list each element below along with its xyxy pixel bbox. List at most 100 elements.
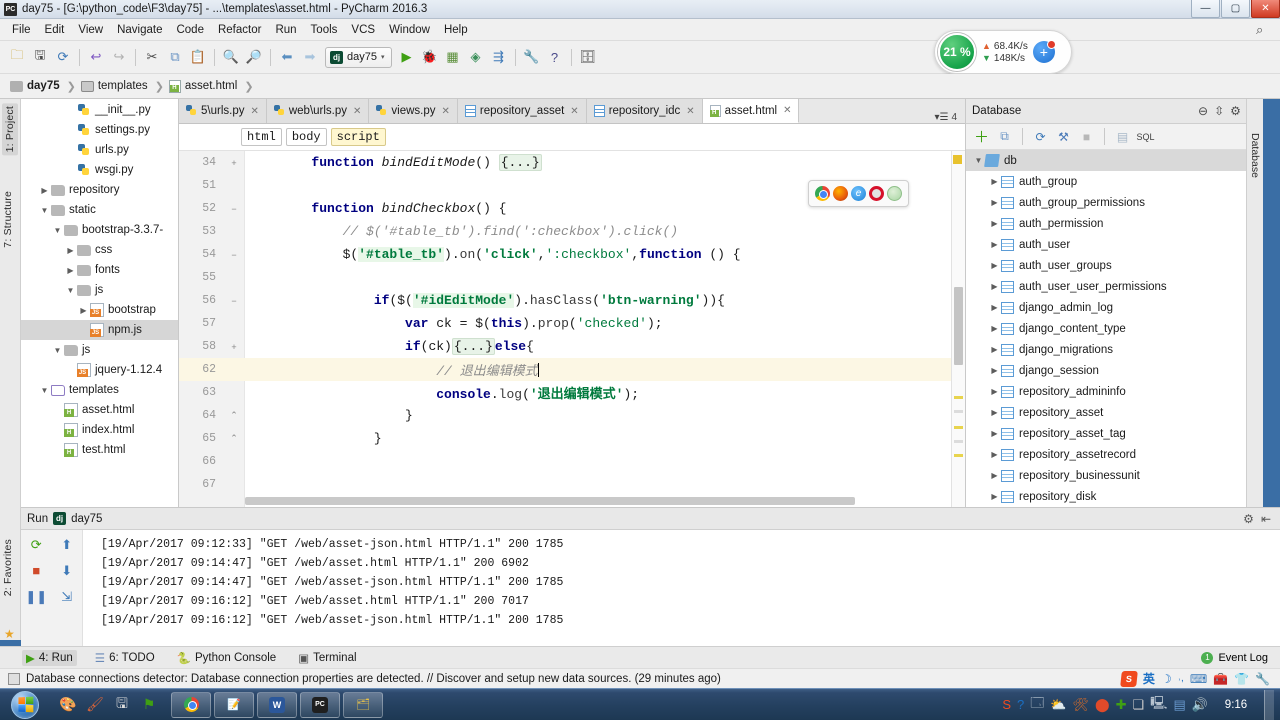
chevron-down-icon[interactable]: ▼ <box>38 206 51 215</box>
duplicate-icon[interactable]: ⧉ <box>995 127 1014 146</box>
notepad-icon[interactable]: 📝 <box>214 691 254 718</box>
app-icon[interactable]: ▤ <box>1174 697 1186 713</box>
monitor-icon[interactable]: 🖳 <box>1150 694 1167 716</box>
moon-icon[interactable]: ☽ <box>1161 672 1172 686</box>
chevron-down-icon[interactable]: ▼ <box>51 226 64 235</box>
bottom-tab-terminal[interactable]: ▣ Terminal <box>294 650 360 666</box>
save-all-icon[interactable]: 🖫 <box>29 46 51 68</box>
project-tree-item[interactable]: · jquery-1.12.4 <box>21 360 178 380</box>
settings-icon[interactable]: 🔧 <box>521 46 543 68</box>
editor-tab[interactable]: asset.html ✕ <box>702 99 800 123</box>
stop-icon[interactable]: ■ <box>28 562 45 579</box>
warning-marker-icon[interactable] <box>953 155 962 164</box>
breadcrumb-item-asset-html[interactable]: asset.html <box>168 79 239 93</box>
tools-icon[interactable]: 🛠 <box>1073 697 1090 713</box>
code-line[interactable]: 67 <box>179 473 965 496</box>
chevron-right-icon[interactable]: ▶ <box>988 408 1001 417</box>
chevron-right-icon[interactable]: ▶ <box>988 282 1001 291</box>
media-icon[interactable]: 🖌 <box>83 693 107 717</box>
open-folder-icon[interactable]: 🗀 <box>6 46 28 68</box>
skin-icon[interactable]: 👕 <box>1234 672 1249 686</box>
expand-all-icon[interactable]: ⇳ <box>1214 104 1224 118</box>
bottom-tab-run[interactable]: ▶ 4: Run <box>22 649 77 666</box>
replace-icon[interactable]: 🔎 <box>243 46 265 68</box>
explorer-icon[interactable]: 🗂 <box>343 691 383 718</box>
chevron-right-icon[interactable]: ▶ <box>988 471 1001 480</box>
structure-crumb[interactable]: script <box>330 128 386 146</box>
code-line[interactable]: 54− $('#table_tb').on('click',':checkbox… <box>179 243 965 266</box>
close-icon[interactable]: ✕ <box>353 106 361 117</box>
tab-overflow-indicator[interactable]: ▾☰ 4 <box>934 112 965 123</box>
project-tree-item[interactable]: ▼ js <box>21 280 178 300</box>
sql-console-icon[interactable]: SQL <box>1136 127 1155 146</box>
paste-icon[interactable]: 📋 <box>187 46 209 68</box>
minimize-button[interactable]: — <box>1191 0 1220 18</box>
code-fold-toggle-icon[interactable]: ⌃ <box>223 433 245 444</box>
maximize-button[interactable]: ▢ <box>1221 0 1250 18</box>
project-tree-item[interactable]: ▼ templates <box>21 380 178 400</box>
code-line[interactable]: 34 + function bindEditMode() {...} <box>179 151 965 174</box>
word-icon[interactable]: W <box>257 691 297 718</box>
chevron-right-icon[interactable]: ▶ <box>64 246 77 255</box>
menu-vcs[interactable]: VCS <box>344 22 382 38</box>
copy-icon[interactable]: ⧉ <box>164 46 186 68</box>
profile-icon[interactable]: ◈ <box>465 46 487 68</box>
run-icon[interactable]: ▶ <box>396 46 418 68</box>
database-table-row[interactable]: ▶ auth_group <box>966 171 1263 192</box>
database-table-row[interactable]: ▶ django_admin_log <box>966 297 1263 318</box>
sogou-icon[interactable]: S <box>1002 697 1011 712</box>
scroll-up-icon[interactable]: ⬆ <box>58 536 75 553</box>
firefox-icon[interactable] <box>833 186 848 201</box>
project-tree-item[interactable]: · npm.js <box>21 320 178 340</box>
cut-icon[interactable]: ✂ <box>141 46 163 68</box>
sync-schema-icon[interactable]: ⚒ <box>1054 127 1073 146</box>
help-icon[interactable]: ? <box>1017 697 1024 712</box>
database-table-row[interactable]: ▶ auth_user <box>966 234 1263 255</box>
code-line[interactable]: 58 + if(ck) {...} else{ <box>179 335 965 358</box>
stripe-marker[interactable] <box>954 426 963 429</box>
flag-icon[interactable]: ⚑ <box>137 693 161 717</box>
run-configuration-selector[interactable]: dj day75 ▾ <box>325 46 392 68</box>
close-icon[interactable]: ✕ <box>250 106 258 117</box>
database-table-row[interactable]: ▶ django_migrations <box>966 339 1263 360</box>
chevron-right-icon[interactable]: ▶ <box>988 492 1001 501</box>
toolbox-icon[interactable]: 🧰 <box>1213 672 1228 686</box>
sync-icon[interactable]: ⟳ <box>52 46 74 68</box>
code-fold-toggle-icon[interactable]: ⌃ <box>223 410 245 421</box>
console-output[interactable]: [19/Apr/2017 09:12:33] "GET /web/asset-j… <box>83 530 1280 647</box>
refresh-icon[interactable]: ⟳ <box>1031 127 1050 146</box>
close-icon[interactable]: ✕ <box>570 106 578 117</box>
code-line[interactable]: 53 // $('#table_tb').find(':checkbox').c… <box>179 220 965 243</box>
structure-crumb[interactable]: html <box>241 128 282 146</box>
code-fold-toggle-icon[interactable]: + <box>223 158 245 168</box>
js-debug-icon[interactable] <box>887 186 902 201</box>
code-line[interactable]: 64 ⌃ } <box>179 404 965 427</box>
sogou-icon[interactable]: S <box>1120 670 1138 687</box>
code-line[interactable]: 65 ⌃ } <box>179 427 965 450</box>
project-tree-item[interactable]: ▶ css <box>21 240 178 260</box>
chevron-right-icon[interactable]: ▶ <box>988 387 1001 396</box>
database-table-row[interactable]: ▶ repository_businessunit <box>966 465 1263 486</box>
start-button[interactable] <box>2 690 48 720</box>
menu-run[interactable]: Run <box>268 22 303 38</box>
stripe-marker[interactable] <box>954 410 963 413</box>
editor-tab[interactable]: 5\urls.py ✕ <box>179 99 267 123</box>
breadcrumb-item-day75[interactable]: day75 <box>10 80 62 92</box>
close-icon[interactable]: ✕ <box>686 106 694 117</box>
database-table-row[interactable]: ▶ auth_user_groups <box>966 255 1263 276</box>
close-icon[interactable]: ✕ <box>442 106 450 117</box>
database-table-row[interactable]: ▶ auth_group_permissions <box>966 192 1263 213</box>
add-icon[interactable]: + <box>1032 40 1056 63</box>
hide-icon[interactable]: ⇤ <box>1261 512 1271 526</box>
database-icon[interactable]: 🗄 <box>577 46 599 68</box>
bottom-tab-python-console[interactable]: 🐍 Python Console <box>173 650 281 666</box>
chrome-icon[interactable] <box>815 186 830 201</box>
scroll-down-icon[interactable]: ⬇ <box>58 562 75 579</box>
project-tree-item[interactable]: · wsgi.py <box>21 160 178 180</box>
soft-wrap-icon[interactable]: ⇲ <box>58 588 75 605</box>
code-line[interactable]: 62 // 退出编辑模式 <box>179 358 965 381</box>
undo-icon[interactable]: ↩ <box>85 46 107 68</box>
chevron-right-icon[interactable]: ▶ <box>988 303 1001 312</box>
run-with-console-icon[interactable]: ⇶ <box>488 46 510 68</box>
network-speed-widget[interactable]: 21 % ▲ 68.4K/s ▼ 148K/s + <box>934 30 1072 74</box>
